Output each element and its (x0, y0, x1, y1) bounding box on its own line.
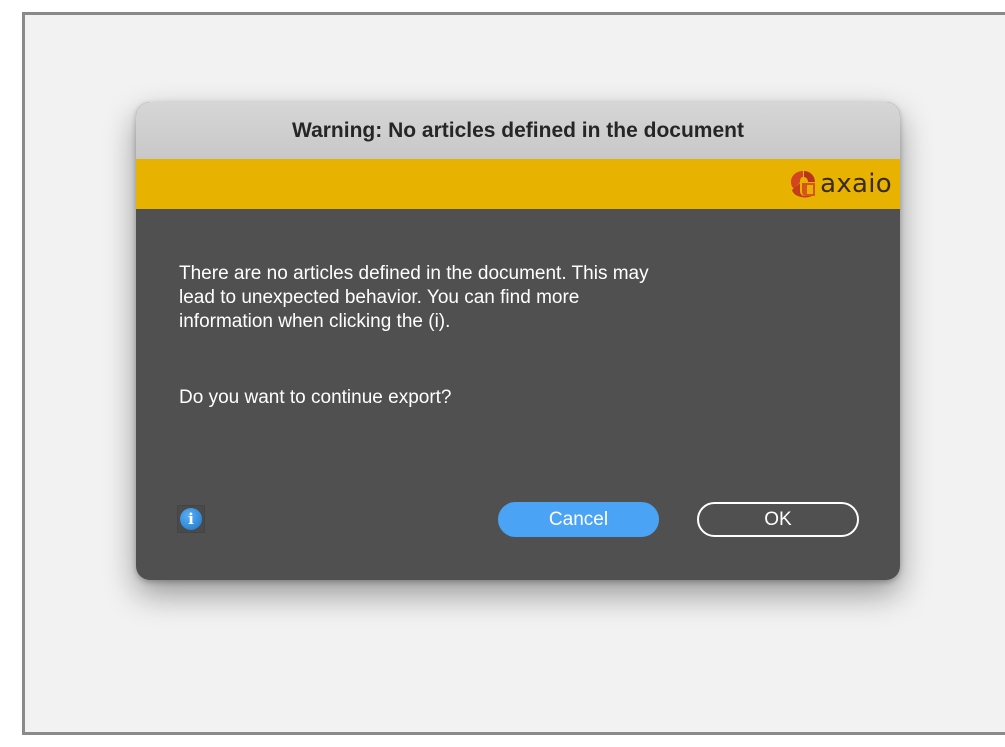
warning-dialog: Warning: No articles defined in the docu… (136, 102, 900, 580)
brand-bar: axaio (136, 159, 900, 209)
axaio-logo: axaio (788, 167, 892, 201)
dialog-title: Warning: No articles defined in the docu… (136, 102, 900, 159)
dialog-message: There are no articles defined in the doc… (179, 263, 649, 332)
cancel-button[interactable]: Cancel (498, 502, 659, 537)
info-icon: i (180, 508, 202, 530)
axaio-logo-mark-icon (791, 171, 816, 198)
ok-button[interactable]: OK (697, 502, 859, 537)
logo-text: axaio (820, 169, 892, 199)
dialog-question: Do you want to continue export? (179, 387, 452, 408)
info-button[interactable]: i (177, 505, 205, 533)
